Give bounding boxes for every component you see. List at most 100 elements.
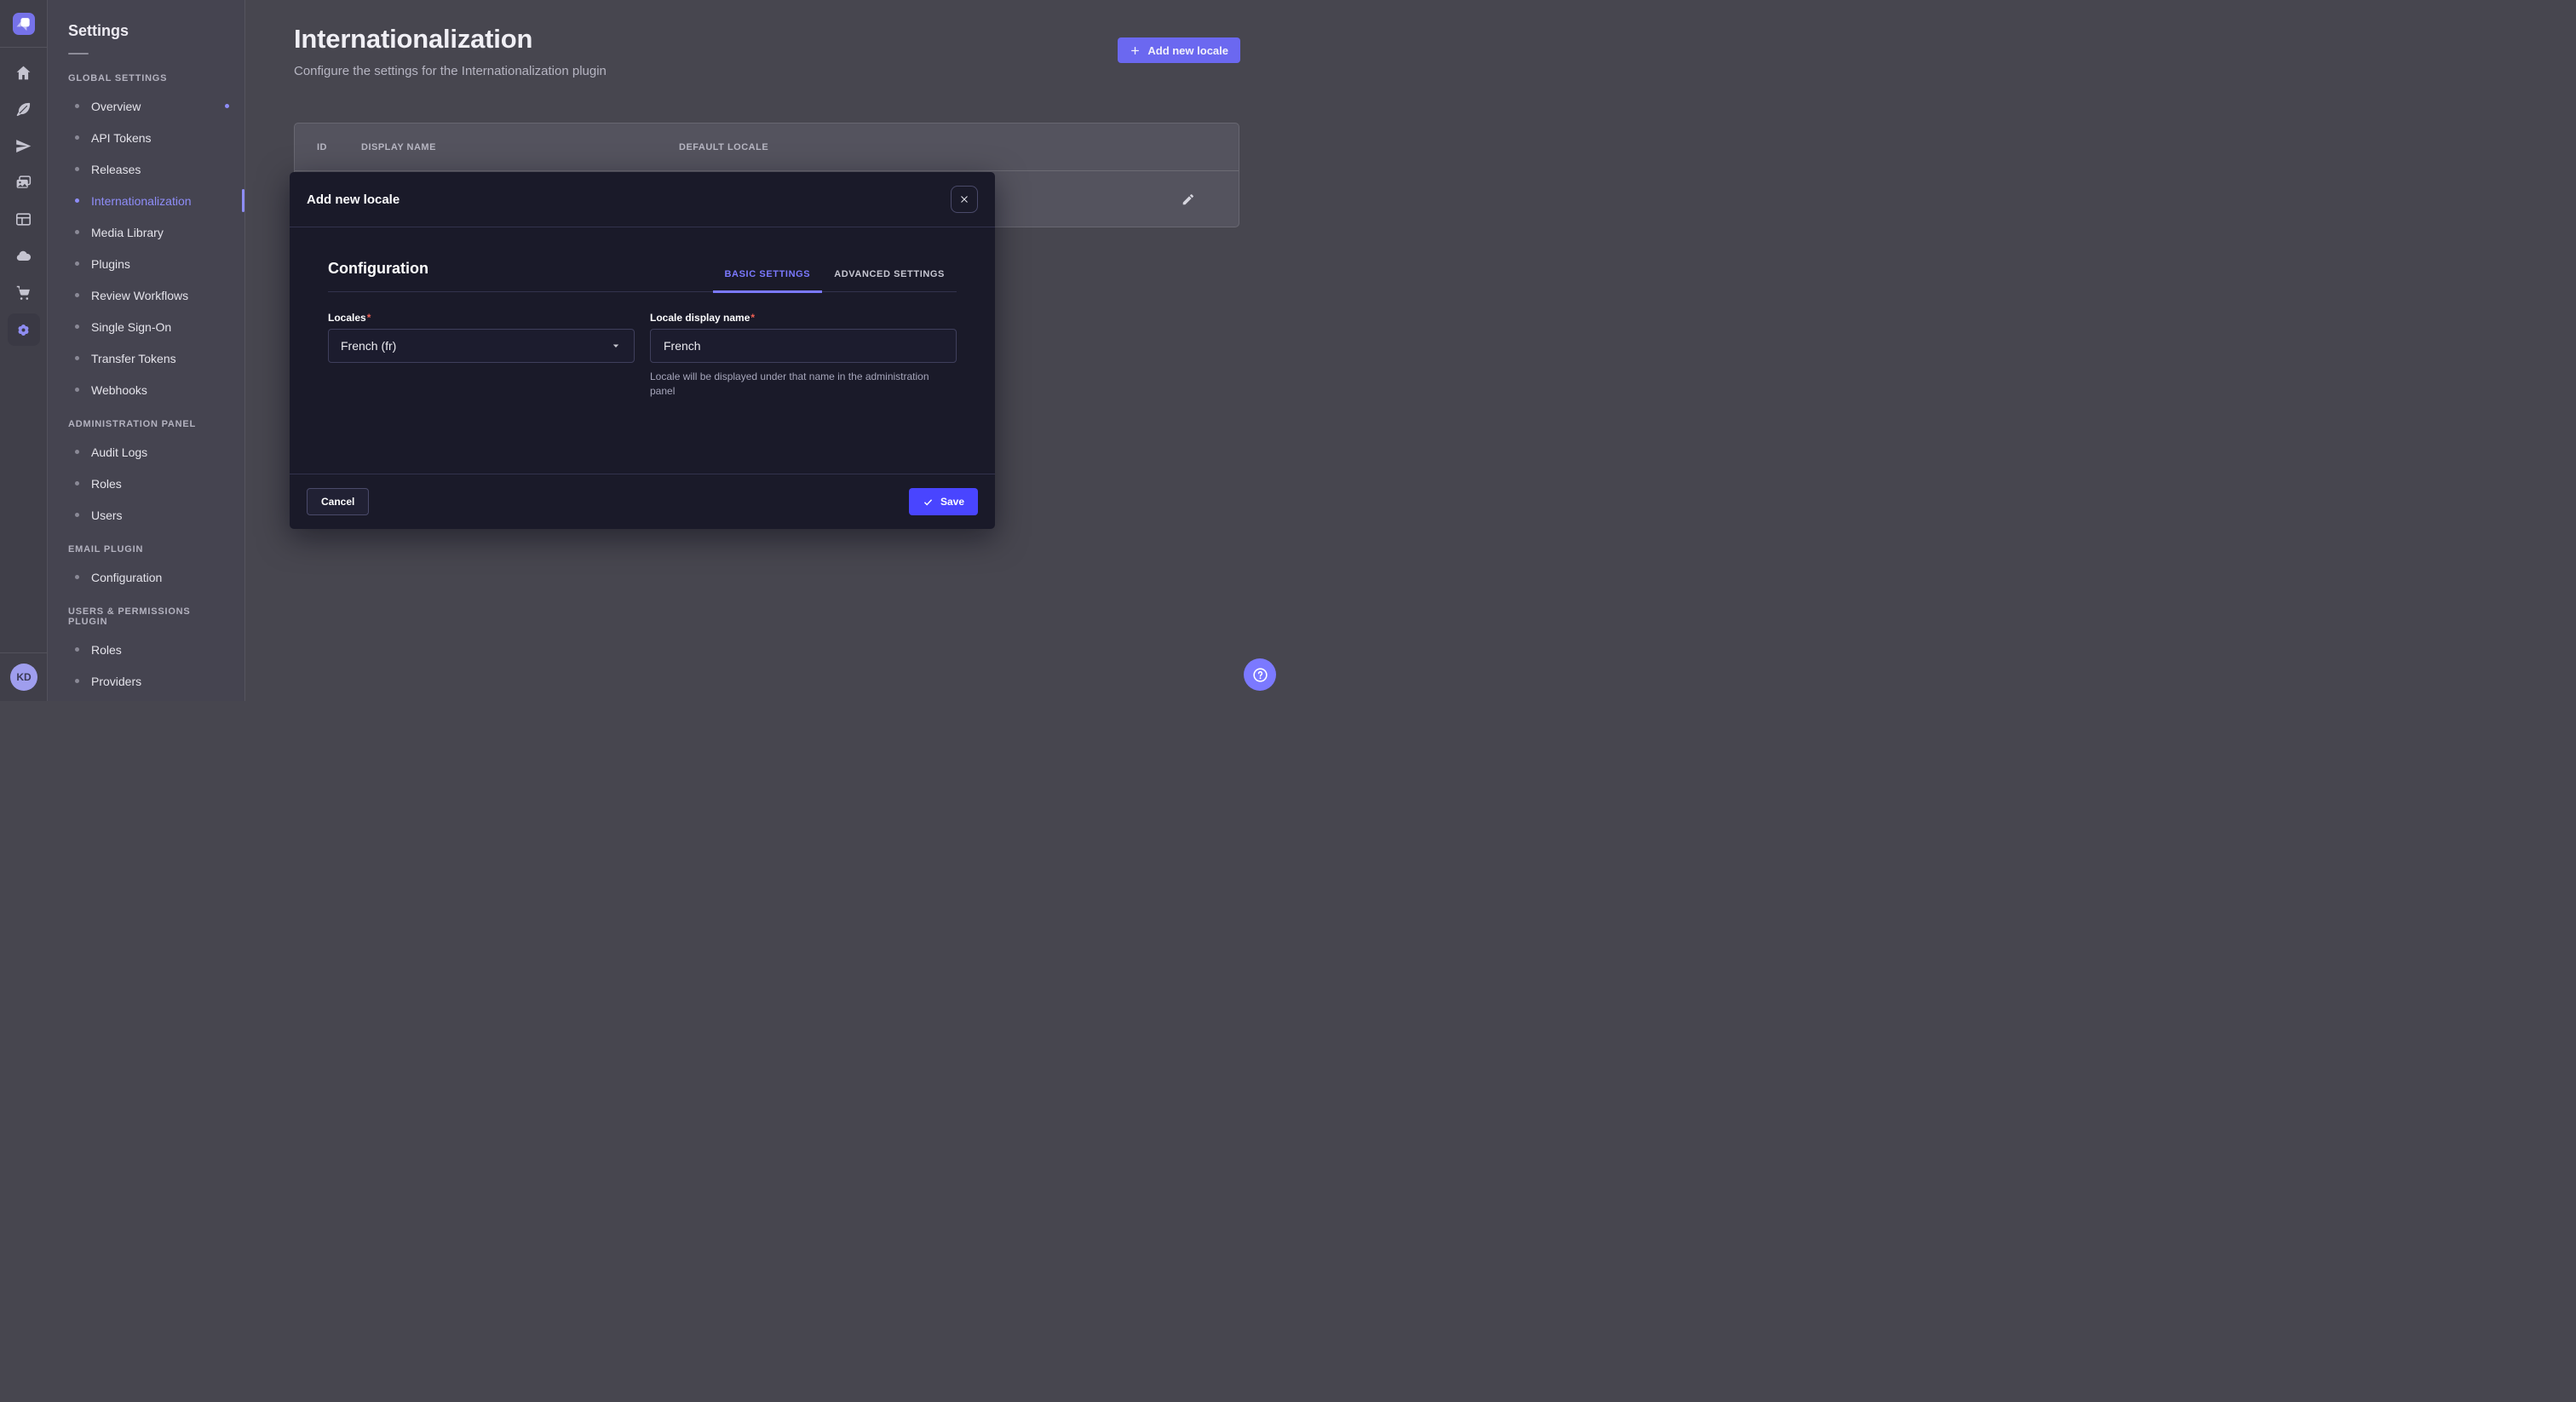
- tab-basic-settings[interactable]: BASIC SETTINGS: [713, 269, 823, 293]
- bullet-icon: [75, 356, 79, 360]
- sidebar-item-label: Users: [91, 509, 123, 522]
- send-icon[interactable]: [7, 128, 41, 164]
- locales-select-value: French (fr): [341, 339, 396, 353]
- strapi-logo-icon: [13, 13, 35, 35]
- avatar[interactable]: KD: [10, 664, 37, 691]
- sidebar-item-label: Providers: [91, 675, 141, 688]
- settings-sidebar: Settings GLOBAL SETTINGSOverviewAPI Toke…: [48, 0, 245, 701]
- sidebar-item-configuration[interactable]: Configuration: [48, 561, 244, 593]
- sidebar-item-users[interactable]: Users: [48, 499, 244, 531]
- modal-body: Configuration BASIC SETTINGS ADVANCED SE…: [290, 227, 995, 474]
- sidebar-item-media-library[interactable]: Media Library: [48, 216, 244, 248]
- check-icon: [923, 497, 934, 508]
- save-button[interactable]: Save: [909, 488, 978, 515]
- feather-icon[interactable]: [7, 91, 41, 128]
- required-asterisk: *: [367, 312, 371, 324]
- locales-label-text: Locales: [328, 312, 366, 324]
- bullet-icon: [75, 167, 79, 171]
- modal-footer: Cancel Save: [290, 474, 995, 529]
- required-asterisk: *: [750, 312, 755, 324]
- help-icon: [1251, 666, 1269, 684]
- plus-icon: [1130, 45, 1141, 56]
- cart-icon[interactable]: [7, 274, 41, 311]
- sidebar-item-label: API Tokens: [91, 131, 152, 145]
- table-header-row: ID DISPLAY NAME DEFAULT LOCALE: [295, 124, 1239, 171]
- sidebar-item-releases[interactable]: Releases: [48, 153, 244, 185]
- column-header-display-name: DISPLAY NAME: [361, 142, 679, 152]
- rail-user-section: KD: [0, 652, 48, 701]
- sidebar-item-label: Overview: [91, 100, 141, 113]
- locales-label: Locales*: [328, 312, 635, 324]
- bullet-icon: [75, 647, 79, 652]
- sidebar-item-label: Review Workflows: [91, 289, 188, 302]
- page-title: Internationalization: [294, 24, 1240, 55]
- sidebar-item-api-tokens[interactable]: API Tokens: [48, 122, 244, 153]
- column-header-id: ID: [295, 142, 361, 152]
- help-button[interactable]: [1244, 658, 1276, 691]
- sidebar-item-internationalization[interactable]: Internationalization: [48, 185, 244, 216]
- bullet-icon: [75, 575, 79, 579]
- sidebar-item-label: Plugins: [91, 257, 130, 271]
- close-button[interactable]: [951, 186, 978, 213]
- bullet-icon: [75, 261, 79, 266]
- sidebar-item-label: Roles: [91, 643, 122, 657]
- sidebar-item-label: Audit Logs: [91, 445, 147, 459]
- modal-header: Add new locale: [290, 172, 995, 227]
- add-new-locale-modal: Add new locale Configuration BASIC SETTI…: [290, 172, 995, 529]
- sidebar-item-overview[interactable]: Overview: [48, 90, 244, 122]
- strapi-logo[interactable]: [13, 13, 35, 35]
- bullet-icon: [75, 450, 79, 454]
- add-new-locale-button[interactable]: Add new locale: [1118, 37, 1240, 63]
- bullet-icon: [75, 481, 79, 486]
- sidebar-item-providers[interactable]: Providers: [48, 665, 244, 697]
- sidebar-item-review-workflows[interactable]: Review Workflows: [48, 279, 244, 311]
- close-icon: [959, 194, 969, 204]
- sidebar-title: Settings: [68, 22, 224, 40]
- rail-divider: [0, 47, 48, 48]
- bullet-icon: [75, 513, 79, 517]
- images-icon[interactable]: [7, 164, 41, 201]
- page-subtitle: Configure the settings for the Internati…: [294, 64, 1240, 78]
- edit-locale-button[interactable]: [1174, 186, 1201, 213]
- save-button-label: Save: [940, 496, 964, 508]
- home-icon[interactable]: [7, 55, 41, 91]
- bullet-icon: [75, 198, 79, 203]
- bullet-icon: [75, 388, 79, 392]
- bullet-icon: [75, 230, 79, 234]
- main-nav-rail: KD: [0, 0, 48, 701]
- sidebar-section-title: USERS & PERMISSIONS PLUGIN: [48, 593, 244, 629]
- gear-icon[interactable]: [8, 313, 40, 346]
- display-name-label: Locale display name*: [650, 312, 957, 324]
- cancel-button[interactable]: Cancel: [307, 488, 369, 515]
- sidebar-item-roles[interactable]: Roles: [48, 468, 244, 499]
- layout-icon[interactable]: [7, 201, 41, 238]
- sidebar-item-webhooks[interactable]: Webhooks: [48, 374, 244, 405]
- bullet-icon: [75, 293, 79, 297]
- configuration-heading: Configuration: [328, 260, 428, 291]
- sidebar-item-roles[interactable]: Roles: [48, 634, 244, 665]
- column-header-default-locale: DEFAULT LOCALE: [679, 142, 1239, 152]
- locales-select[interactable]: French (fr): [328, 329, 635, 363]
- sidebar-title-underline: [68, 53, 89, 55]
- modal-title: Add new locale: [307, 192, 400, 207]
- notification-dot: [225, 104, 229, 108]
- cloud-icon[interactable]: [7, 238, 41, 274]
- bullet-icon: [75, 325, 79, 329]
- display-name-input[interactable]: [650, 329, 957, 363]
- bullet-icon: [75, 104, 79, 108]
- sidebar-item-label: Internationalization: [91, 194, 192, 208]
- sidebar-item-plugins[interactable]: Plugins: [48, 248, 244, 279]
- tab-advanced-settings[interactable]: ADVANCED SETTINGS: [822, 269, 957, 293]
- sidebar-item-label: Media Library: [91, 226, 164, 239]
- sidebar-section-title: ADMINISTRATION PANEL: [48, 405, 244, 431]
- sidebar-item-label: Single Sign-On: [91, 320, 171, 334]
- display-name-helper: Locale will be displayed under that name…: [650, 370, 957, 399]
- sidebar-item-single-sign-on[interactable]: Single Sign-On: [48, 311, 244, 342]
- pencil-icon: [1181, 192, 1195, 207]
- sidebar-item-audit-logs[interactable]: Audit Logs: [48, 436, 244, 468]
- sidebar-item-label: Roles: [91, 477, 122, 491]
- sidebar-item-transfer-tokens[interactable]: Transfer Tokens: [48, 342, 244, 374]
- sidebar-section-title: EMAIL PLUGIN: [48, 531, 244, 556]
- bullet-icon: [75, 679, 79, 683]
- sidebar-item-label: Releases: [91, 163, 141, 176]
